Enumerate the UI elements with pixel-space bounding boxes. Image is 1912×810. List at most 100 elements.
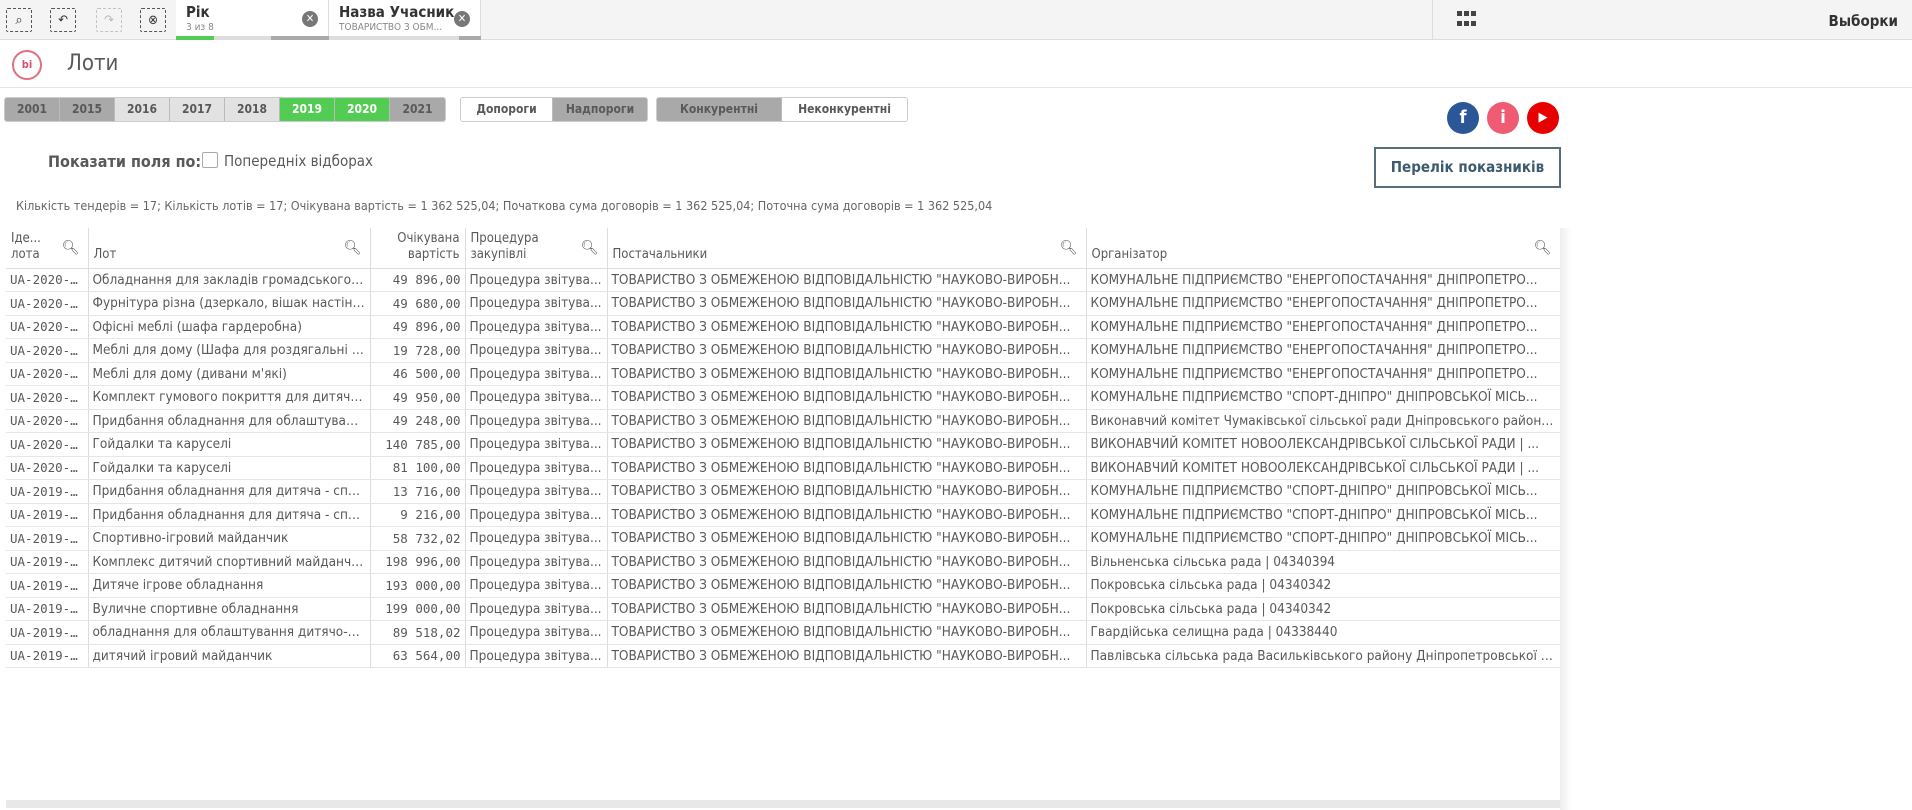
- table-cell[interactable]: Комплекс дитячий спортивний майданчик: [88, 550, 371, 574]
- table-cell[interactable]: Фурнітура різна (дзеркало, вішак настінн…: [88, 291, 371, 316]
- table-row[interactable]: UA-2019-... Вуличне спортивне обладнання 1…: [6, 597, 1561, 621]
- table-cell[interactable]: обладнання для облаштування дитячо-сп...: [88, 620, 371, 645]
- facebook-icon[interactable]: f: [1447, 102, 1479, 134]
- table-cell[interactable]: ТОВАРИСТВО З ОБМЕЖЕНОЮ ВІДПОВІДАЛЬНІСТЮ …: [607, 644, 1087, 668]
- table-cell[interactable]: ТОВАРИСТВО З ОБМЕЖЕНОЮ ВІДПОВІДАЛЬНІСТЮ …: [607, 456, 1087, 480]
- table-cell[interactable]: Виконавчий комітет Чумаківської сільсько…: [1086, 409, 1561, 433]
- year-2015[interactable]: 2015: [60, 98, 115, 121]
- table-cell[interactable]: Комплект гумового покриття для дитячог..…: [88, 385, 371, 410]
- selection-chip-year[interactable]: Рік 3 из 8 ✕: [176, 0, 329, 40]
- table-cell[interactable]: Процедура звітува...: [465, 620, 608, 645]
- table-cell[interactable]: UA-2020-...: [6, 432, 89, 457]
- table-cell[interactable]: Гойдалки та каруселі: [88, 456, 371, 480]
- youtube-icon[interactable]: ▶: [1527, 102, 1559, 134]
- table-row[interactable]: UA-2019-... обладнання для облаштування д…: [6, 620, 1561, 645]
- table-cell[interactable]: 49 896,00: [370, 268, 466, 292]
- table-row[interactable]: UA-2019-... Спортивно-ігровий майданчик 58…: [6, 526, 1561, 551]
- col-header-procedure[interactable]: Процедура закупівлі 🔍︎: [465, 228, 608, 269]
- table-cell[interactable]: ВИКОНАВЧИЙ КОМІТЕТ НОВООЛЕКСАНДРІВСЬКОЇ …: [1086, 456, 1561, 480]
- table-cell[interactable]: UA-2020-...: [6, 315, 89, 339]
- table-cell[interactable]: Процедура звітува...: [465, 385, 608, 410]
- search-icon[interactable]: 🔍︎: [1060, 240, 1078, 256]
- table-cell[interactable]: UA-2019-...: [6, 503, 89, 527]
- table-cell[interactable]: Придбання обладнання для дитяча - спор..…: [88, 479, 371, 504]
- table-cell[interactable]: КОМУНАЛЬНЕ ПІДПРИЄМСТВО "ЕНЕРГОПОСТАЧАНН…: [1086, 268, 1561, 292]
- table-cell[interactable]: Офісні меблі (шафа гардеробна): [88, 315, 371, 339]
- table-cell[interactable]: КОМУНАЛЬНЕ ПІДПРИЄМСТВО "ЕНЕРГОПОСТАЧАНН…: [1086, 362, 1561, 386]
- table-cell[interactable]: Процедура звітува...: [465, 526, 608, 551]
- year-2018[interactable]: 2018: [225, 98, 280, 121]
- table-row[interactable]: UA-2019-... Придбання обладнання для дитя…: [6, 479, 1561, 504]
- year-2001[interactable]: 2001: [5, 98, 60, 121]
- table-cell[interactable]: КОМУНАЛЬНЕ ПІДПРИЄМСТВО "ЕНЕРГОПОСТАЧАНН…: [1086, 338, 1561, 363]
- table-row[interactable]: UA-2020-... Фурнітура різна (дзеркало, ві…: [6, 291, 1561, 316]
- table-cell[interactable]: ТОВАРИСТВО З ОБМЕЖЕНОЮ ВІДПОВІДАЛЬНІСТЮ …: [607, 526, 1087, 551]
- col-header-suppliers[interactable]: Постачальники 🔍︎: [607, 228, 1087, 269]
- clear-selections-icon[interactable]: ⊗: [140, 8, 166, 32]
- table-cell[interactable]: UA-2019-...: [6, 597, 89, 621]
- table-cell[interactable]: Вільненська сільська рада | 04340394: [1086, 550, 1561, 574]
- search-icon[interactable]: 🔍︎: [344, 240, 362, 256]
- filter-above-threshold[interactable]: Надпороги: [553, 98, 647, 121]
- table-cell[interactable]: Процедура звітува...: [465, 644, 608, 668]
- search-icon[interactable]: 🔍︎: [1534, 240, 1552, 256]
- table-cell[interactable]: Меблі для дому (дивани м'які): [88, 362, 371, 386]
- table-cell[interactable]: ТОВАРИСТВО З ОБМЕЖЕНОЮ ВІДПОВІДАЛЬНІСТЮ …: [607, 573, 1087, 598]
- table-cell[interactable]: 140 785,00: [370, 432, 466, 457]
- info-icon[interactable]: i: [1487, 102, 1519, 134]
- table-cell[interactable]: UA-2020-...: [6, 409, 89, 433]
- table-cell[interactable]: Процедура звітува...: [465, 362, 608, 386]
- table-row[interactable]: UA-2020-... Обладнання для закладів грома…: [6, 268, 1561, 292]
- table-cell[interactable]: 9 216,00: [370, 503, 466, 527]
- table-cell[interactable]: UA-2020-...: [6, 456, 89, 480]
- table-cell[interactable]: Меблі для дому (Шафа для роздягальні 2-.…: [88, 338, 371, 363]
- table-row[interactable]: UA-2020-... Гойдалки та каруселі 140 785,0…: [6, 432, 1561, 457]
- filter-below-threshold[interactable]: Допороги: [461, 98, 554, 121]
- table-cell[interactable]: КОМУНАЛЬНЕ ПІДПРИЄМСТВО "ЕНЕРГОПОСТАЧАНН…: [1086, 291, 1561, 316]
- table-cell[interactable]: ВИКОНАВЧИЙ КОМІТЕТ НОВООЛЕКСАНДРІВСЬКОЇ …: [1086, 432, 1561, 457]
- table-cell[interactable]: ТОВАРИСТВО З ОБМЕЖЕНОЮ ВІДПОВІДАЛЬНІСТЮ …: [607, 291, 1087, 316]
- table-cell[interactable]: Обладнання для закладів громадського х..…: [88, 268, 371, 292]
- filter-noncompetitive[interactable]: Неконкурентні: [782, 98, 907, 121]
- table-cell[interactable]: Дитяче ігрове обладнання: [88, 573, 371, 598]
- table-cell[interactable]: 58 732,02: [370, 526, 466, 551]
- table-row[interactable]: UA-2019-... Придбання обладнання для дитя…: [6, 503, 1561, 527]
- table-cell[interactable]: КОМУНАЛЬНЕ ПІДПРИЄМСТВО "ЕНЕРГОПОСТАЧАНН…: [1086, 315, 1561, 339]
- table-row[interactable]: UA-2019-... Комплекс дитячий спортивний м…: [6, 550, 1561, 574]
- table-cell[interactable]: UA-2019-...: [6, 550, 89, 574]
- table-cell[interactable]: Процедура звітува...: [465, 573, 608, 598]
- table-cell[interactable]: 49 950,00: [370, 385, 466, 410]
- filter-competitive[interactable]: Конкурентні: [657, 98, 782, 121]
- table-row[interactable]: UA-2020-... Меблі для дому (Шафа для розд…: [6, 338, 1561, 363]
- table-cell[interactable]: Придбання обладнання для дитяча - спор..…: [88, 503, 371, 527]
- table-cell[interactable]: ТОВАРИСТВО З ОБМЕЖЕНОЮ ВІДПОВІДАЛЬНІСТЮ …: [607, 550, 1087, 574]
- table-cell[interactable]: UA-2019-...: [6, 620, 89, 645]
- search-icon[interactable]: 🔍︎: [62, 240, 80, 256]
- table-row[interactable]: UA-2020-... Офісні меблі (шафа гардеробна…: [6, 315, 1561, 339]
- table-cell[interactable]: 193 000,00: [370, 573, 466, 598]
- table-cell[interactable]: 49 896,00: [370, 315, 466, 339]
- table-cell[interactable]: Процедура звітува...: [465, 338, 608, 363]
- table-cell[interactable]: UA-2020-...: [6, 268, 89, 292]
- table-cell[interactable]: ТОВАРИСТВО З ОБМЕЖЕНОЮ ВІДПОВІДАЛЬНІСТЮ …: [607, 479, 1087, 504]
- table-cell[interactable]: Вуличне спортивне обладнання: [88, 597, 371, 621]
- table-cell[interactable]: Процедура звітува...: [465, 268, 608, 292]
- table-cell[interactable]: Спортивно-ігровий майданчик: [88, 526, 371, 551]
- year-2017[interactable]: 2017: [170, 98, 225, 121]
- table-cell[interactable]: Гвардійська селищна рада | 04338440: [1086, 620, 1561, 645]
- table-cell[interactable]: Процедура звітува...: [465, 291, 608, 316]
- previous-selections-label[interactable]: Попередніх відборах: [224, 152, 373, 170]
- table-cell[interactable]: 81 100,00: [370, 456, 466, 480]
- table-cell[interactable]: Процедура звітува...: [465, 503, 608, 527]
- col-header-lot[interactable]: Лот 🔍︎: [88, 228, 371, 269]
- table-cell[interactable]: 63 564,00: [370, 644, 466, 668]
- table-cell[interactable]: 19 728,00: [370, 338, 466, 363]
- table-cell[interactable]: UA-2020-...: [6, 291, 89, 316]
- previous-selections-checkbox[interactable]: [202, 152, 218, 168]
- year-2021[interactable]: 2021: [390, 98, 445, 121]
- table-cell[interactable]: 46 500,00: [370, 362, 466, 386]
- table-cell[interactable]: ТОВАРИСТВО З ОБМЕЖЕНОЮ ВІДПОВІДАЛЬНІСТЮ …: [607, 338, 1087, 363]
- table-cell[interactable]: UA-2020-...: [6, 338, 89, 363]
- table-row[interactable]: UA-2020-... Комплект гумового покриття дл…: [6, 385, 1561, 410]
- horizontal-scrollbar[interactable]: [6, 800, 1560, 808]
